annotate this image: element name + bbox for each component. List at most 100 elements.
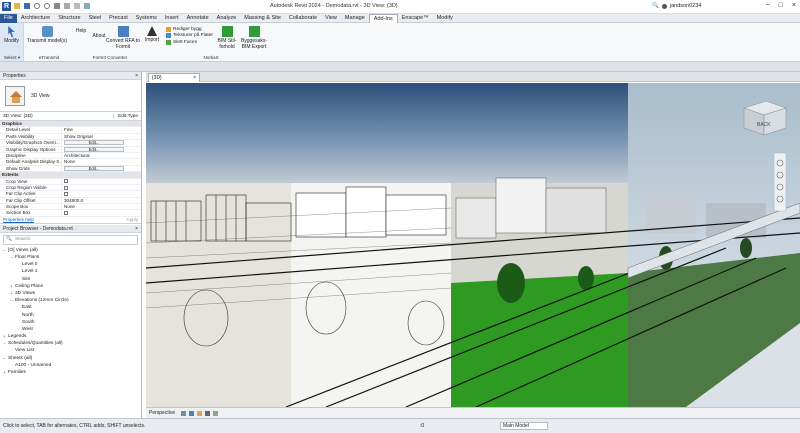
- navigation-bar[interactable]: [773, 152, 787, 212]
- edit-button[interactable]: Edit...: [64, 140, 124, 146]
- type-selector[interactable]: 3D View: [0, 80, 141, 112]
- property-value[interactable]: Edit...: [62, 165, 141, 171]
- tab-enscape[interactable]: Enscape™: [398, 14, 433, 23]
- tab-file[interactable]: File: [0, 13, 17, 23]
- property-value[interactable]: Edit...: [62, 146, 141, 152]
- property-value[interactable]: None: [62, 159, 141, 164]
- viewcube[interactable]: [743, 100, 787, 136]
- close-icon[interactable]: ×: [135, 225, 138, 233]
- tab-manage[interactable]: Manage: [341, 14, 369, 23]
- browser-tree-item[interactable]: + Ceiling Plans: [3, 283, 141, 290]
- sun-path-icon[interactable]: [197, 410, 203, 416]
- browser-tree-item[interactable]: − Sheets (all): [3, 355, 141, 362]
- browser-tree-item[interactable]: North: [3, 312, 141, 319]
- tab-structure[interactable]: Structure: [54, 14, 84, 23]
- quick-access-toolbar[interactable]: [14, 3, 124, 11]
- search-icon[interactable]: 🔍: [652, 3, 659, 9]
- open-icon[interactable]: [14, 3, 20, 9]
- property-value[interactable]: [62, 210, 141, 216]
- edit-button[interactable]: Edit...: [64, 165, 124, 171]
- property-value[interactable]: Show Original: [62, 134, 141, 139]
- undo-icon[interactable]: [34, 3, 40, 9]
- close-icon[interactable]: ×: [193, 74, 196, 82]
- tab-collaborate[interactable]: Collaborate: [285, 14, 321, 23]
- browser-tree-item[interactable]: Site: [3, 276, 141, 283]
- apply-button[interactable]: Apply: [127, 217, 139, 223]
- measure-icon[interactable]: [64, 3, 70, 9]
- browser-tree-item[interactable]: Level 0: [3, 261, 141, 268]
- instance-selector[interactable]: 3D View: {3D} Edit Type: [0, 112, 141, 121]
- close-icon[interactable]: ×: [792, 2, 796, 9]
- browser-tree-item[interactable]: South: [3, 319, 141, 326]
- window-controls[interactable]: − □ ×: [766, 2, 796, 9]
- tab-modify[interactable]: Modify: [433, 14, 457, 23]
- browser-search[interactable]: 🔍 Search: [3, 234, 138, 245]
- edit-button[interactable]: Edit...: [64, 146, 124, 152]
- checkbox[interactable]: [64, 185, 68, 190]
- checkbox[interactable]: [64, 211, 68, 216]
- property-value[interactable]: None: [62, 204, 141, 209]
- 3d-view-icon[interactable]: [84, 3, 90, 9]
- property-value[interactable]: Architectural: [62, 153, 141, 158]
- close-icon[interactable]: ×: [135, 72, 138, 80]
- save-icon[interactable]: [24, 3, 30, 9]
- tab-steel[interactable]: Steel: [85, 14, 106, 23]
- minimize-icon[interactable]: −: [766, 2, 770, 9]
- browser-tree-item[interactable]: + Legends: [3, 333, 141, 340]
- property-name: Graphic Display Options: [0, 146, 62, 152]
- text-icon[interactable]: [74, 3, 80, 9]
- tab-architecture[interactable]: Architecture: [17, 14, 54, 23]
- browser-tree-item[interactable]: A100 - Unnamed: [3, 362, 141, 369]
- model-selector[interactable]: Main Model: [500, 422, 548, 430]
- browser-tree-item[interactable]: − Schedules/Quantities (all): [3, 340, 141, 347]
- browser-tree-item[interactable]: − Floor Plans: [3, 254, 141, 261]
- property-value[interactable]: [62, 191, 141, 197]
- tab-massing-site[interactable]: Massing & Site: [240, 14, 285, 23]
- tab-insert[interactable]: Insert: [161, 14, 183, 23]
- browser-tree-item[interactable]: East: [3, 304, 141, 311]
- tab-systems[interactable]: Systems: [132, 14, 161, 23]
- edit-type-button[interactable]: Edit Type: [113, 113, 138, 119]
- browser-tree-item[interactable]: − Elevations (12mm Circle): [3, 297, 141, 304]
- property-value[interactable]: [62, 185, 141, 190]
- checkbox[interactable]: [64, 179, 68, 184]
- user-menu[interactable]: 🔍 jandson0234: [652, 3, 701, 9]
- browser-tree-item[interactable]: +3D Views: [3, 290, 141, 297]
- property-value[interactable]: 304800.0: [62, 198, 141, 203]
- tree-item-label: 3D Views: [15, 290, 36, 296]
- print-icon[interactable]: [54, 3, 60, 9]
- browser-tree-item[interactable]: Level 1: [3, 268, 141, 275]
- user-name[interactable]: jandson0234: [670, 3, 702, 9]
- teksturer-button[interactable]: Teksturer på Flater: [166, 33, 214, 40]
- import-button[interactable]: Import: [140, 23, 164, 61]
- slett-faces-button[interactable]: Slett Faces: [166, 39, 214, 46]
- visual-style-icon[interactable]: [189, 410, 195, 416]
- property-value[interactable]: Fine: [62, 127, 141, 132]
- browser-tree-item[interactable]: West: [3, 326, 141, 333]
- view-mode-label[interactable]: Perspective: [149, 410, 175, 416]
- tree-item-label: Level 0: [22, 262, 38, 268]
- browser-tree-item[interactable]: − [O] Views (all): [3, 247, 141, 254]
- 3d-viewport[interactable]: BACK: [146, 83, 800, 407]
- detail-level-icon[interactable]: [181, 410, 187, 416]
- tab-annotate[interactable]: Annotate: [183, 14, 213, 23]
- view-control-icons[interactable]: [181, 410, 219, 416]
- tab-precast[interactable]: Precast: [105, 14, 132, 23]
- app-icon[interactable]: R: [2, 2, 11, 11]
- maximize-icon[interactable]: □: [779, 2, 783, 9]
- browser-tree-item[interactable]: View List: [3, 347, 141, 354]
- view-tab-3d[interactable]: {3D} ×: [148, 73, 200, 82]
- select-label[interactable]: Select ▾: [0, 55, 24, 61]
- tab-add-ins[interactable]: Add-Ins: [368, 13, 398, 23]
- redo-icon[interactable]: [44, 3, 50, 9]
- tab-analyze[interactable]: Analyze: [213, 14, 241, 23]
- properties-help-link[interactable]: Properties help: [3, 217, 34, 223]
- tab-view[interactable]: View: [321, 14, 341, 23]
- checkbox[interactable]: [64, 192, 68, 197]
- property-value[interactable]: Edit...: [62, 140, 141, 146]
- shadows-icon[interactable]: [205, 410, 211, 416]
- property-value[interactable]: [62, 179, 141, 184]
- crop-icon[interactable]: [213, 410, 219, 416]
- byggesaks-button[interactable]: Byggesaks-BIM Export: [240, 23, 268, 61]
- browser-tree-item[interactable]: + Families: [3, 369, 141, 376]
